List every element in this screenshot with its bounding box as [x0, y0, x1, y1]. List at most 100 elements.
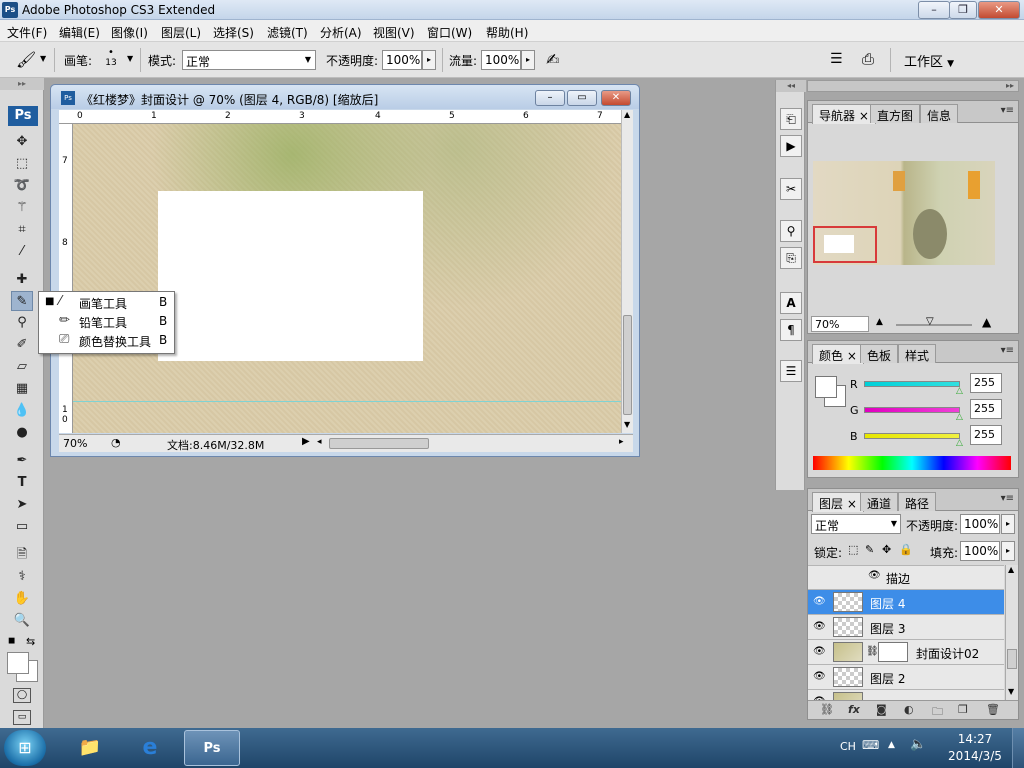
tab-navigator[interactable]: 导航器 ×: [812, 104, 876, 124]
scroll-left-icon[interactable]: ◂: [317, 437, 322, 447]
menu-view[interactable]: 视图(V): [373, 24, 415, 41]
swap-colors-icon[interactable]: ⇆: [26, 635, 35, 648]
minimize-button[interactable]: –: [918, 1, 950, 19]
tab-info[interactable]: 信息: [920, 104, 959, 123]
eye-icon[interactable]: 👁: [868, 570, 881, 581]
b-value-input[interactable]: 255: [970, 425, 1002, 445]
pen-tool-icon[interactable]: ✒: [11, 451, 33, 471]
fill-slider-button[interactable]: ▸: [1001, 541, 1015, 561]
mode-select[interactable]: 正常 ▼: [182, 50, 316, 70]
volume-icon[interactable]: 🔈: [910, 737, 926, 752]
r-slider-thumb[interactable]: △: [956, 386, 963, 396]
restore-button[interactable]: ❐: [949, 1, 977, 19]
eye-icon[interactable]: 👁: [813, 671, 826, 682]
start-button[interactable]: ⊞: [4, 730, 46, 766]
layer-row[interactable]: 👁 图层 3: [808, 614, 1004, 639]
flyout-item-brush[interactable]: ■ ⁄ 画笔工具 B: [39, 293, 174, 312]
hand-tool-icon[interactable]: ✋: [11, 589, 33, 609]
fill-input[interactable]: 100%: [960, 541, 1000, 561]
tab-channels[interactable]: 通道: [860, 492, 899, 511]
magic-wand-tool-icon[interactable]: ⚚: [11, 198, 33, 218]
layer-comps-panel-icon[interactable]: ☰: [780, 360, 802, 382]
flow-input[interactable]: 100%: [481, 50, 521, 70]
blur-tool-icon[interactable]: 💧: [11, 401, 33, 421]
eye-icon[interactable]: 👁: [813, 621, 826, 632]
dock-grip[interactable]: ◂◂: [776, 80, 806, 92]
zoom-out-icon[interactable]: ▲: [876, 317, 883, 327]
history-panel-icon[interactable]: ⎗: [780, 108, 802, 130]
brush-preset-icon[interactable]: 🖌: [16, 50, 36, 69]
type-tool-icon[interactable]: T: [11, 473, 33, 493]
tab-histogram[interactable]: 直方图: [870, 104, 921, 123]
foreground-color-swatch[interactable]: [7, 652, 29, 674]
vertical-scroll-thumb[interactable]: [623, 315, 632, 415]
menu-file[interactable]: 文件(F): [7, 24, 47, 41]
color-spectrum-bar[interactable]: [813, 456, 1011, 470]
scroll-down-icon[interactable]: ▼: [1008, 687, 1014, 696]
lock-position-icon[interactable]: ✥: [882, 543, 891, 556]
menu-help[interactable]: 帮助(H): [486, 24, 528, 41]
color-fg-swatch[interactable]: [815, 376, 837, 398]
clone-source-panel-icon[interactable]: ⎘: [780, 247, 802, 269]
delete-layer-icon[interactable]: 🗑: [986, 703, 1000, 716]
move-tool-icon[interactable]: ✥: [11, 132, 33, 152]
panel-menu-icon[interactable]: ▾≡: [1001, 345, 1014, 356]
lasso-tool-icon[interactable]: ➰: [11, 176, 33, 196]
keyboard-icon[interactable]: ⌨: [862, 738, 879, 752]
status-menu-arrow-icon[interactable]: ▶: [302, 436, 310, 447]
b-slider[interactable]: [864, 433, 960, 439]
g-slider[interactable]: [864, 407, 960, 413]
crop-tool-icon[interactable]: ⌗: [11, 220, 33, 240]
brush-tool-icon[interactable]: ✎: [11, 291, 33, 311]
marquee-tool-icon[interactable]: ⬚: [11, 154, 33, 174]
show-desktop-button[interactable]: [1012, 728, 1024, 768]
eye-icon[interactable]: 👁: [813, 646, 826, 657]
brushes-panel-icon[interactable]: ⚲: [780, 220, 802, 242]
status-icon[interactable]: ◔: [111, 436, 121, 449]
doc-close-button[interactable]: ✕: [601, 90, 631, 106]
scroll-right-icon[interactable]: ▸: [619, 437, 624, 447]
document-titlebar[interactable]: Ps 《红楼梦》封面设计 @ 70% (图层 4, RGB/8) [缩放后] –…: [51, 85, 639, 109]
brush-dropdown-arrow-icon[interactable]: ▼: [127, 54, 133, 63]
internet-explorer-taskbar-icon[interactable]: e: [122, 730, 178, 766]
layers-scrollbar[interactable]: ▲ ▼: [1005, 565, 1018, 700]
tab-layers[interactable]: 图层 ×: [812, 492, 864, 512]
menu-window[interactable]: 窗口(W): [427, 24, 472, 41]
horizontal-ruler[interactable]: 0 1 2 3 4 5 6 7: [59, 110, 629, 124]
panel-dock-grip[interactable]: ▸▸: [807, 80, 1019, 92]
b-slider-thumb[interactable]: △: [956, 438, 963, 448]
layer-row[interactable]: 👁 ⛓ 封面设计02: [808, 639, 1004, 664]
character-panel-icon[interactable]: A: [780, 292, 802, 314]
photoshop-taskbar-button[interactable]: Ps: [184, 730, 240, 766]
lock-pixels-icon[interactable]: ✎: [865, 543, 874, 556]
zoom-field[interactable]: 70%: [63, 437, 87, 450]
shape-tool-icon[interactable]: ▭: [11, 517, 33, 537]
notes-tool-icon[interactable]: 🗎: [11, 545, 33, 565]
link-layers-icon[interactable]: ⛓: [820, 703, 834, 716]
menu-analysis[interactable]: 分析(A): [320, 24, 362, 41]
g-value-input[interactable]: 255: [970, 399, 1002, 419]
menu-image[interactable]: 图像(I): [111, 24, 148, 41]
layer-opacity-slider-button[interactable]: ▸: [1001, 514, 1015, 534]
blend-mode-select[interactable]: 正常 ▼: [811, 514, 901, 534]
add-mask-icon[interactable]: ◙: [876, 703, 887, 716]
navigator-view-box[interactable]: [813, 226, 877, 263]
lock-all-icon[interactable]: 🔒: [899, 543, 913, 556]
doc-maximize-button[interactable]: ▭: [567, 90, 597, 106]
clock-date[interactable]: 2014/3/5: [940, 749, 1010, 763]
tab-styles[interactable]: 样式: [898, 344, 937, 363]
layers-scroll-thumb[interactable]: [1007, 649, 1017, 669]
zoom-tool-icon[interactable]: 🔍: [11, 611, 33, 631]
explorer-taskbar-icon[interactable]: 📁: [62, 730, 118, 766]
paragraph-panel-icon[interactable]: ¶: [780, 319, 802, 341]
close-button[interactable]: ✕: [978, 1, 1020, 19]
vertical-ruler[interactable]: 7 8 9 1 0: [59, 124, 73, 433]
path-selection-tool-icon[interactable]: ➤: [11, 495, 33, 515]
flyout-item-pencil[interactable]: ✏ 铅笔工具 B: [39, 312, 174, 331]
new-group-icon[interactable]: 🗀: [932, 703, 943, 722]
slice-tool-icon[interactable]: ⁄: [11, 242, 33, 262]
r-slider[interactable]: [864, 381, 960, 387]
menu-select[interactable]: 选择(S): [213, 24, 254, 41]
tab-color[interactable]: 颜色 ×: [812, 344, 864, 364]
menu-edit[interactable]: 编辑(E): [59, 24, 100, 41]
